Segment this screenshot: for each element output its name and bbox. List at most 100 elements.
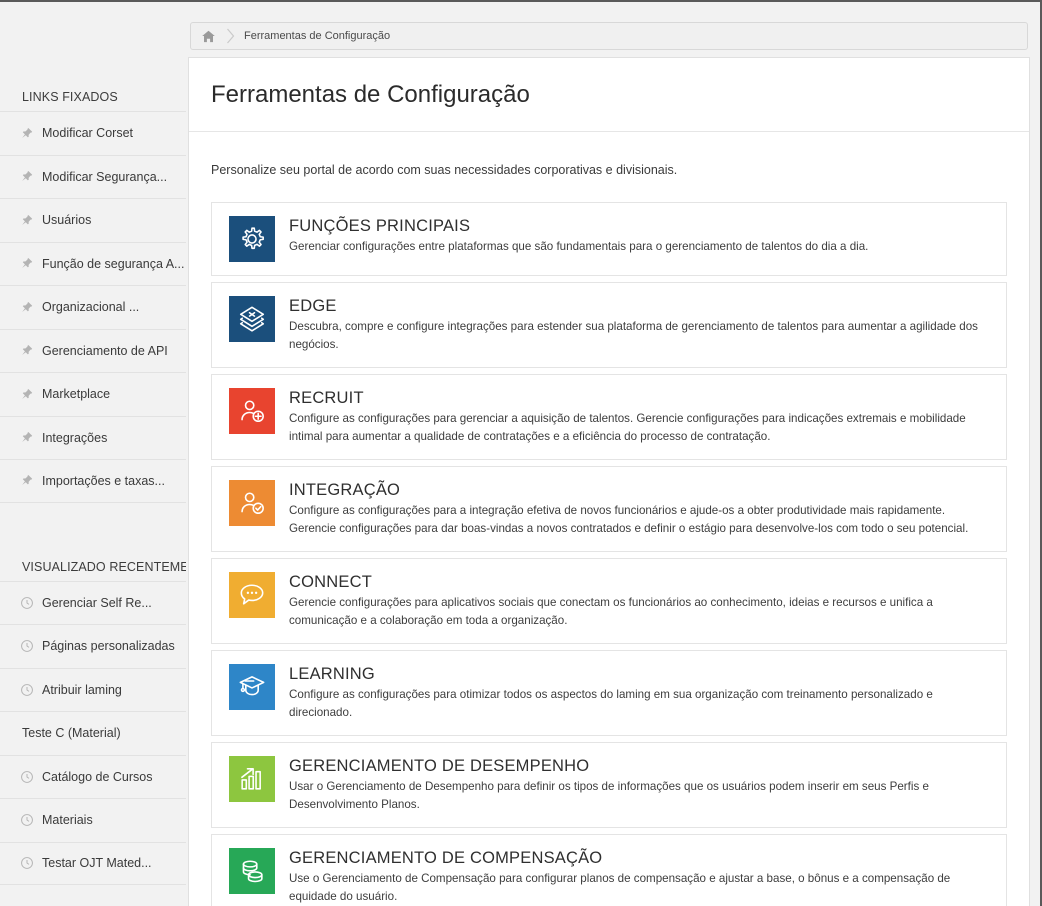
tool-card-body: CONNECT Gerencie configurações para aplic… — [289, 572, 992, 630]
tool-card-description: Configure as configurações para a integr… — [289, 504, 969, 535]
tool-card-body: GERENCIAMENTO DE COMPENSAÇÃO Use o Gerenc… — [289, 848, 992, 906]
sidebar-item-label: Gerenciamento de API — [42, 343, 168, 358]
application-window: LINKS FIXADOS Modificar Corset Modificar … — [0, 0, 1042, 906]
tool-card-list: FUNÇÕES PRINCIPAIS Gerenciar configuraçõe… — [189, 202, 1029, 906]
sidebar-item-label: Organizacional ... — [42, 300, 140, 315]
pin-icon — [18, 168, 35, 185]
sidebar-item-pinned-6[interactable]: Marketplace — [0, 372, 186, 416]
gear-icon — [229, 216, 275, 262]
tool-card[interactable]: CONNECT Gerencie configurações para aplic… — [211, 558, 1007, 644]
tool-card[interactable]: INTEGRAÇÃO Configure as configurações par… — [211, 466, 1007, 552]
tool-card-description: Gerenciar configurações entre plataforma… — [289, 240, 869, 253]
tool-card[interactable]: GERENCIAMENTO DE COMPENSAÇÃO Use o Gerenc… — [211, 834, 1007, 906]
pin-icon — [18, 255, 35, 272]
user-check-icon — [229, 480, 275, 526]
page-title: Ferramentas de Configuração — [211, 80, 530, 108]
tool-card-title: FUNÇÕES PRINCIPAIS — [289, 217, 471, 235]
tool-card[interactable]: RECRUIT Configure as configurações para g… — [211, 374, 1007, 460]
sidebar-item-pinned-5[interactable]: Gerenciamento de API — [0, 328, 186, 373]
sidebar-item-label: Importações e taxas... — [42, 473, 165, 488]
tool-card-title: RECRUIT — [289, 389, 364, 407]
sidebar-item-recent-3[interactable]: Teste C (Material) — [0, 711, 186, 755]
page-intro: Personalize seu portal de acordo com sua… — [211, 162, 678, 177]
tool-card-body: INTEGRAÇÃO Configure as configurações par… — [289, 480, 992, 538]
breadcrumb-current[interactable]: Ferramentas de Configuração — [244, 30, 390, 42]
sidebar-item-label: Materiais — [42, 813, 93, 828]
clock-icon — [18, 638, 35, 655]
tool-card-body: FUNÇÕES PRINCIPAIS Gerenciar configuraçõe… — [289, 216, 992, 256]
tool-card-description: Usar o Gerenciamento de Desempenho para … — [289, 780, 929, 811]
sidebar-item-label: Modificar Corset — [42, 126, 133, 141]
tool-card[interactable]: GERENCIAMENTO DE DESEMPENHO Usar o Gerenc… — [211, 742, 1007, 828]
pin-icon — [18, 472, 35, 489]
sidebar-item-label: Integrações — [42, 430, 108, 445]
sidebar-recent-heading: VISUALIZADO RECENTEMENTE — [22, 559, 186, 574]
pin-icon — [18, 299, 35, 316]
sidebar-item-label: Testar OJT Mated... — [42, 856, 152, 871]
sidebar-item-recent-4[interactable]: Catálogo de Cursos — [0, 754, 186, 799]
sidebar-item-pinned-8[interactable]: Importações e taxas... — [0, 459, 186, 503]
tool-card-title: EDGE — [289, 297, 337, 315]
sidebar-item-pinned-1[interactable]: Modificar Segurança... — [0, 154, 186, 199]
sidebar-pinned-heading: LINKS FIXADOS — [22, 90, 118, 104]
sidebar-item-recent-5[interactable]: Materiais — [0, 798, 186, 842]
sidebar-item-recent-0[interactable]: Gerenciar Self Re... — [0, 580, 186, 625]
tool-card-description: Descubra, compre e configure integrações… — [289, 320, 978, 351]
pin-icon — [18, 342, 35, 359]
tool-card-body: EDGE Descubra, compre e configure integra… — [289, 296, 992, 354]
pin-icon — [18, 386, 35, 403]
sidebar: LINKS FIXADOS Modificar Corset Modificar … — [0, 2, 186, 906]
sidebar-recent-list: Gerenciar Self Re... Páginas personalizad… — [0, 580, 186, 885]
tool-card-description: Gerencie configurações para aplicativos … — [289, 596, 933, 627]
sidebar-item-pinned-3[interactable]: Função de segurança A... — [0, 241, 186, 286]
clock-icon — [18, 594, 35, 611]
sidebar-item-recent-6[interactable]: Testar OJT Mated... — [0, 841, 186, 885]
sidebar-item-label: Páginas personalizadas — [42, 639, 175, 654]
tool-card-title: CONNECT — [289, 573, 372, 591]
tool-card-title: GERENCIAMENTO DE COMPENSAÇÃO — [289, 849, 603, 867]
graduation-cap-icon — [229, 664, 275, 710]
home-icon[interactable] — [201, 29, 216, 44]
tool-card-title: INTEGRAÇÃO — [289, 481, 401, 499]
sidebar-item-recent-2[interactable]: Atribuir laming — [0, 667, 186, 712]
sidebar-item-label: Gerenciar Self Re... — [42, 595, 152, 610]
clock-icon — [18, 855, 35, 872]
tool-card-title: LEARNING — [289, 665, 375, 683]
sidebar-item-recent-1[interactable]: Páginas personalizadas — [0, 624, 186, 668]
tool-card[interactable]: FUNÇÕES PRINCIPAIS Gerenciar configuraçõe… — [211, 202, 1007, 276]
sidebar-item-pinned-7[interactable]: Integrações — [0, 415, 186, 460]
coins-icon — [229, 848, 275, 894]
pin-icon — [18, 125, 35, 142]
sidebar-item-label: Modificar Segurança... — [42, 169, 168, 184]
tool-card-title: GERENCIAMENTO DE DESEMPENHO — [289, 757, 590, 775]
sidebar-pinned-list: Modificar Corset Modificar Segurança... Us… — [0, 111, 186, 503]
breadcrumb: Ferramentas de Configuração — [190, 22, 1028, 50]
clock-icon — [18, 681, 35, 698]
sidebar-item-label: Função de segurança A... — [42, 256, 185, 271]
sidebar-item-label: Catálogo de Cursos — [42, 769, 153, 784]
pin-icon — [18, 212, 35, 229]
tool-card-body: LEARNING Configure as configurações para … — [289, 664, 992, 722]
page-header: Ferramentas de Configuração — [189, 58, 1029, 132]
sidebar-item-pinned-0[interactable]: Modificar Corset — [0, 111, 186, 155]
sidebar-item-label: Usuários — [42, 213, 92, 228]
tool-card-body: GERENCIAMENTO DE DESEMPENHO Usar o Gerenc… — [289, 756, 992, 814]
sidebar-item-label: Atribuir laming — [42, 682, 122, 697]
tool-card[interactable]: EDGE Descubra, compre e configure integra… — [211, 282, 1007, 368]
clock-icon — [18, 812, 35, 829]
clock-icon — [18, 768, 35, 785]
chevron-right-icon — [226, 28, 235, 44]
sidebar-item-pinned-2[interactable]: Usuários — [0, 198, 186, 242]
sidebar-item-label: Marketplace — [42, 387, 111, 402]
user-plus-icon — [229, 388, 275, 434]
tool-card-description: Configure as configurações para gerencia… — [289, 412, 966, 443]
tool-card-body: RECRUIT Configure as configurações para g… — [289, 388, 992, 446]
layers-icon — [229, 296, 275, 342]
sidebar-item-label: Teste C (Material) — [22, 726, 121, 741]
tool-card-description: Configure as configurações para otimizar… — [289, 688, 933, 719]
main-panel: Ferramentas de Configuração Personalize … — [188, 57, 1030, 906]
bar-chart-arrow-icon — [229, 756, 275, 802]
tool-card[interactable]: LEARNING Configure as configurações para … — [211, 650, 1007, 736]
sidebar-item-pinned-4[interactable]: Organizacional ... — [0, 285, 186, 329]
chat-bubble-icon — [229, 572, 275, 618]
